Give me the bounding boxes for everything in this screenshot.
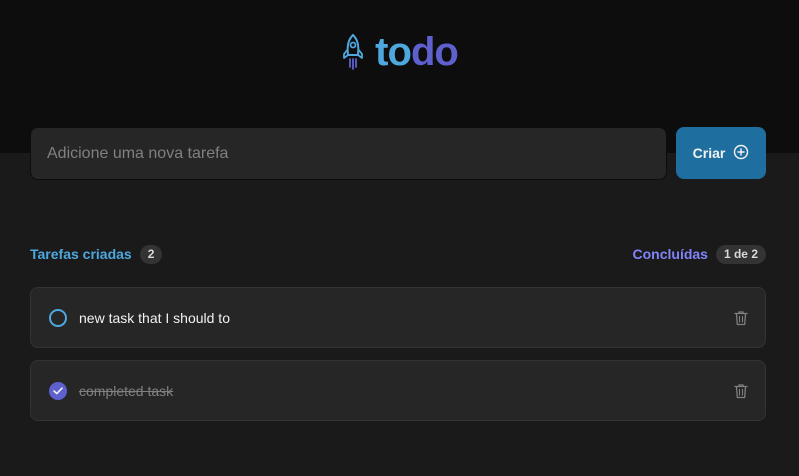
trash-icon[interactable] <box>729 306 753 330</box>
plus-circle-icon <box>733 144 749 163</box>
trash-icon[interactable] <box>729 379 753 403</box>
logo-text: todo <box>375 30 459 74</box>
check-icon <box>53 386 63 394</box>
task-text: new task that I should to <box>79 309 230 326</box>
done-label: Concluídas <box>632 246 708 262</box>
logo-text-to: to <box>375 30 412 74</box>
task-text: completed task <box>79 382 174 399</box>
task-item: new task that I should to <box>30 287 766 348</box>
task-item: completed task <box>30 360 766 421</box>
created-counter: Tarefas criadas 2 <box>30 244 163 264</box>
created-label: Tarefas criadas <box>30 246 132 262</box>
done-counter: Concluídas 1 de 2 <box>632 244 766 264</box>
create-button[interactable]: Criar <box>676 127 766 179</box>
task-checkbox-checked[interactable] <box>49 381 67 400</box>
rocket-icon <box>341 33 365 71</box>
add-task-form: Criar <box>30 127 766 180</box>
task-list: new task that I should to completed task <box>30 287 766 433</box>
logo-text-do: do <box>410 30 459 74</box>
logo: todo <box>0 30 799 74</box>
created-count-badge: 2 <box>139 244 163 264</box>
done-count-badge: 1 de 2 <box>715 244 766 264</box>
task-counters: Tarefas criadas 2 Concluídas 1 de 2 <box>30 243 766 265</box>
new-task-input[interactable] <box>30 127 667 180</box>
create-button-label: Criar <box>692 145 726 161</box>
task-checkbox[interactable] <box>49 308 67 327</box>
